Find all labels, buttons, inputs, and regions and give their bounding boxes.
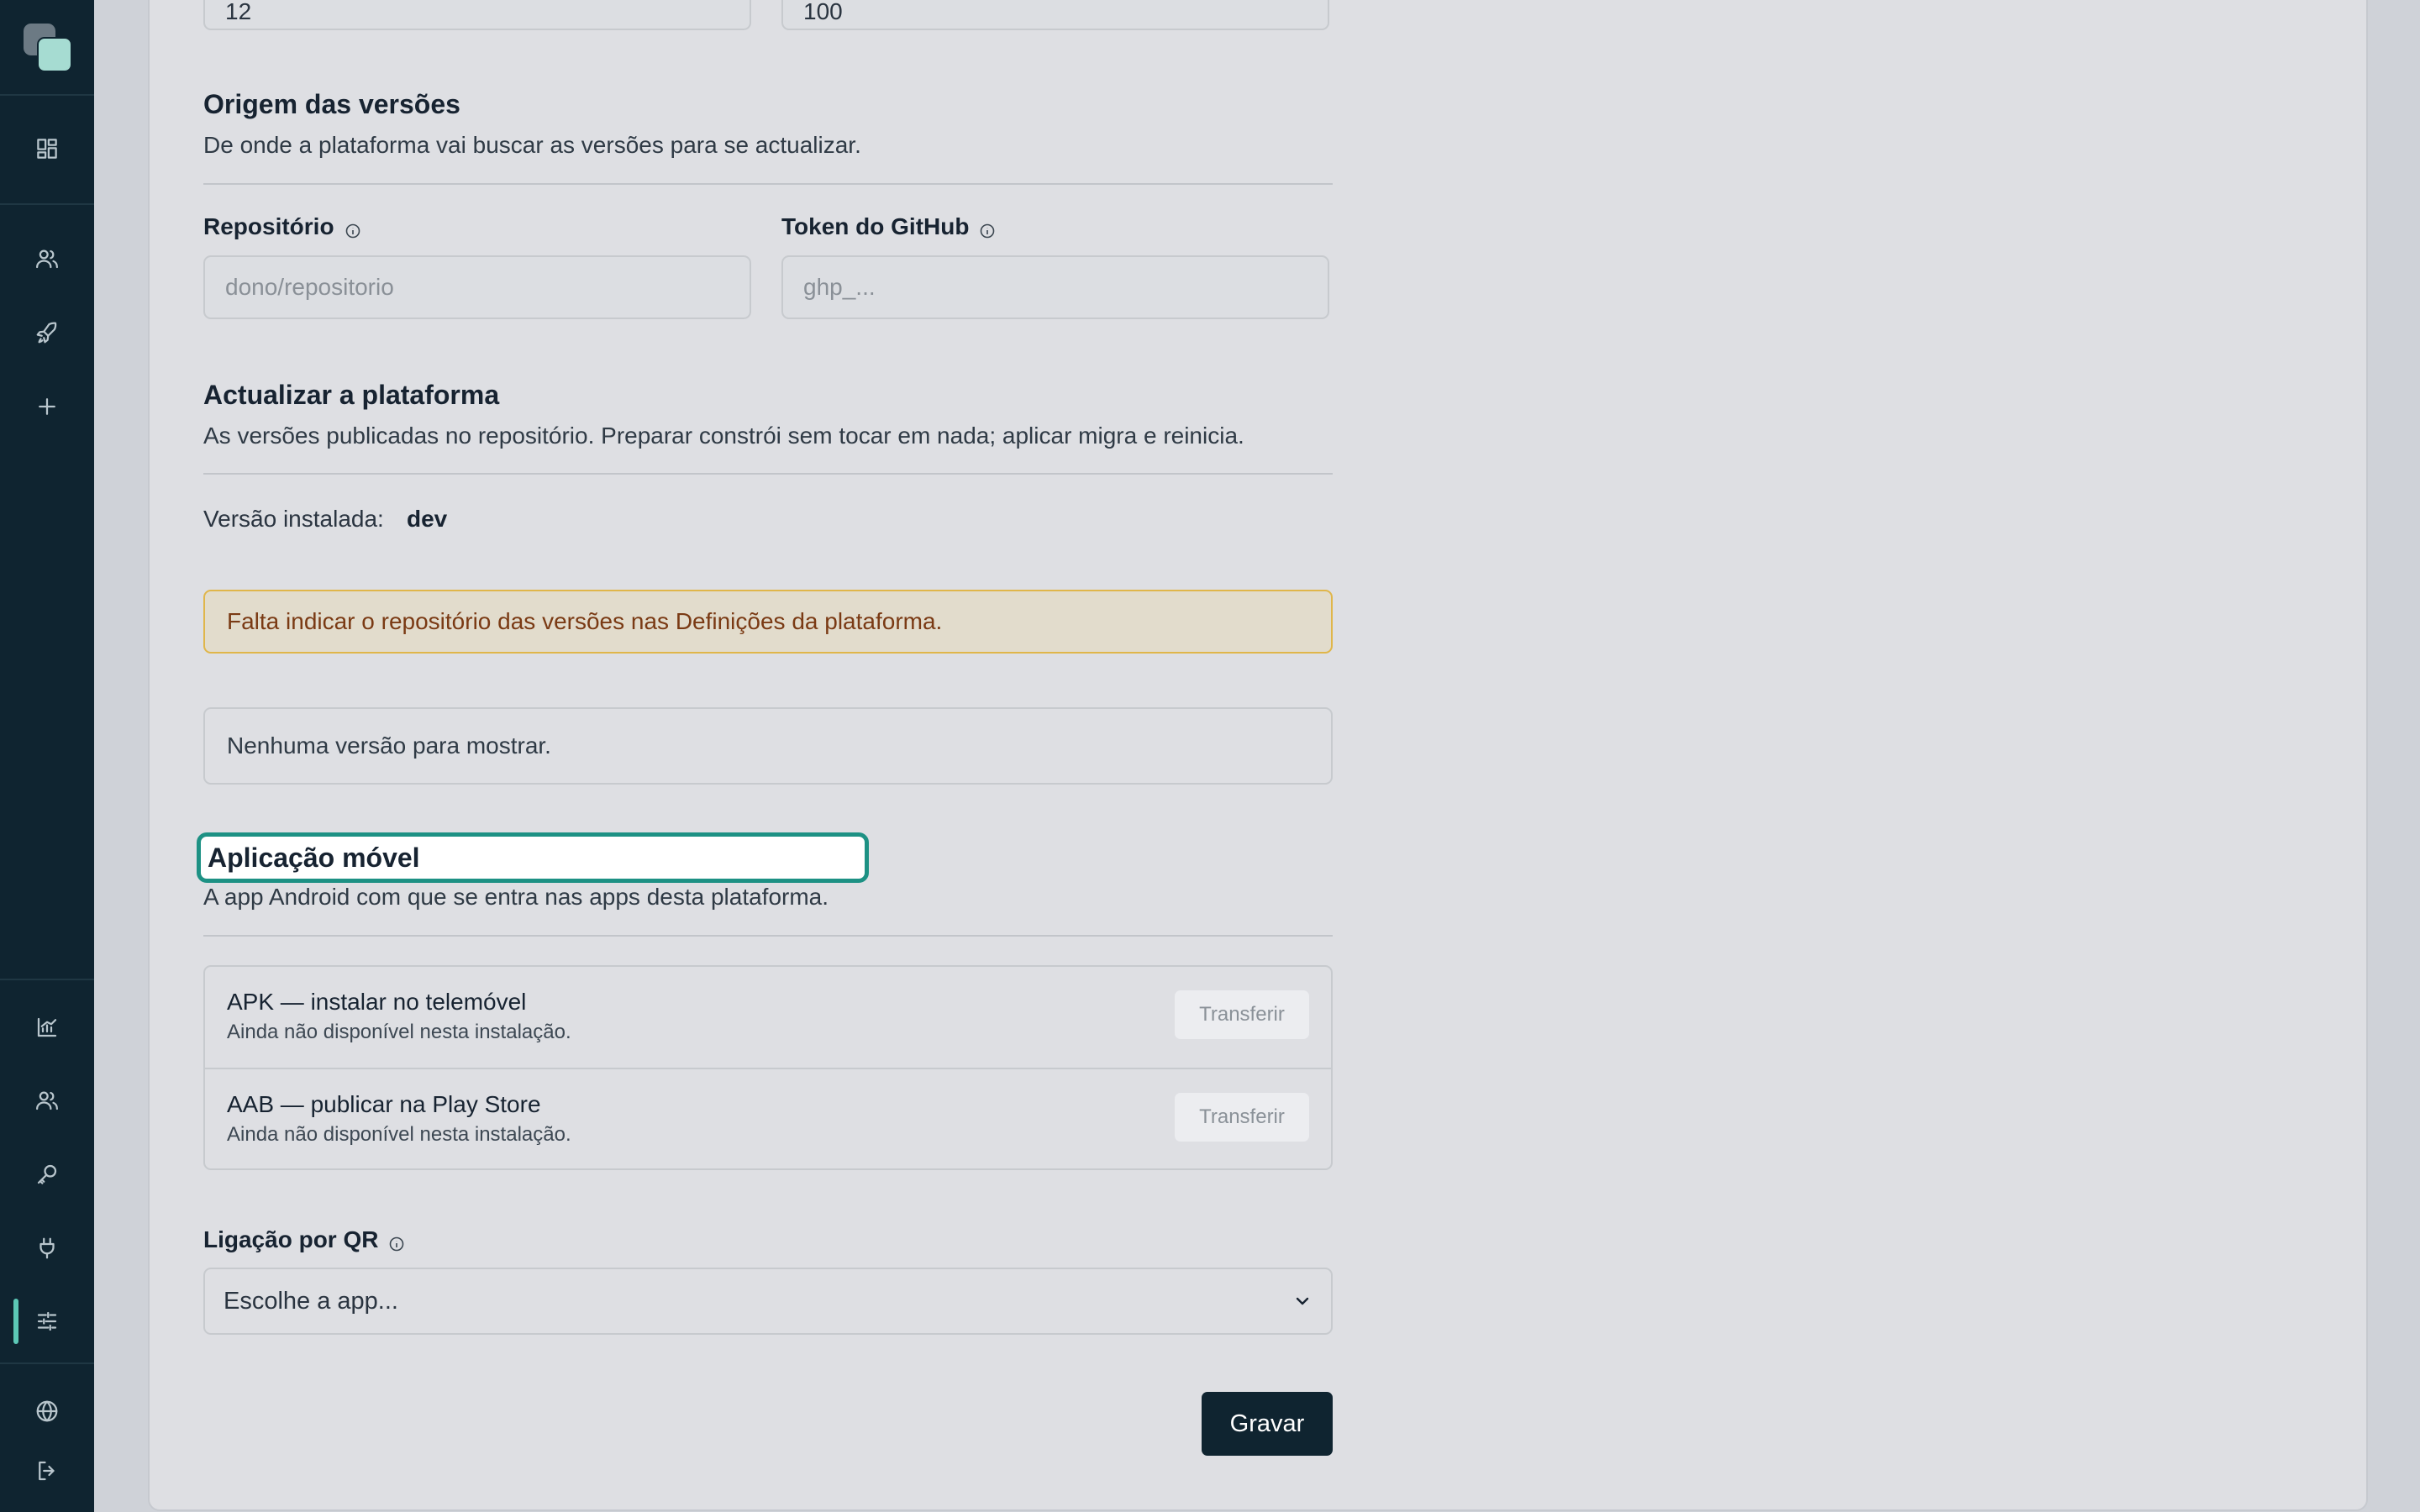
plug-icon[interactable] [24,1225,71,1272]
versions-origin-description: De onde a plataforma vai buscar as versõ… [203,132,861,158]
warning-alert: Falta indicar o repositório das versões … [203,590,1333,654]
installed-version-value: dev [407,506,448,532]
repo-label: Repositório [203,213,361,240]
download-name: AAB — publicar na Play Store [227,1091,541,1117]
mobile-downloads-list: APK — instalar no telemóvel Ainda não di… [203,965,1333,1170]
globe-icon[interactable] [24,1388,71,1435]
download-status: Ainda não disponível nesta instalação. [227,1123,571,1146]
sidebar [0,0,94,1512]
download-aab-button[interactable]: Transferir [1175,1093,1309,1142]
save-button[interactable]: Gravar [1202,1392,1333,1456]
mobile-app-title[interactable]: Aplicação móvel [197,832,869,883]
top-right-input[interactable]: 100 [781,0,1329,30]
token-label: Token do GitHub [781,213,996,240]
versions-empty-state: Nenhuma versão para mostrar. [203,707,1333,785]
sliders-icon[interactable] [24,1298,71,1345]
logo[interactable] [24,24,72,72]
versions-origin-title: Origem das versões [203,89,460,119]
qr-label: Ligação por QR [203,1226,405,1253]
qr-app-select[interactable]: Escolhe a app... [203,1268,1333,1335]
list-item: APK — instalar no telemóvel Ainda não di… [205,967,1331,1068]
active-indicator [13,1299,18,1344]
plus-icon[interactable] [24,383,71,430]
divider [203,183,1333,185]
update-platform-title: Actualizar a plataforma [203,380,500,410]
rocket-icon[interactable] [24,309,71,356]
download-apk-button[interactable]: Transferir [1175,990,1309,1039]
list-item: AAB — publicar na Play Store Ainda não d… [205,1068,1331,1170]
key-icon[interactable] [24,1151,71,1198]
info-icon[interactable] [388,1231,405,1252]
download-status: Ainda não disponível nesta instalação. [227,1021,571,1043]
dashboard-icon[interactable] [24,125,71,172]
info-icon[interactable] [979,218,996,239]
token-input[interactable]: ghp_... [781,255,1329,319]
installed-version-label: Versão instalada: [203,506,384,532]
top-left-input[interactable]: 12 [203,0,751,30]
divider [203,935,1333,937]
mobile-app-description: A app Android com que se entra nas apps … [203,884,829,910]
users-icon[interactable] [24,235,71,282]
divider [203,473,1333,475]
update-platform-description: As versões publicadas no repositório. Pr… [203,423,1244,449]
chevron-down-icon [1296,1297,1309,1305]
chart-icon[interactable] [24,1004,71,1051]
logout-icon[interactable] [24,1447,71,1494]
info-icon[interactable] [345,218,361,239]
team-icon[interactable] [24,1077,71,1124]
repo-input[interactable]: dono/repositorio [203,255,751,319]
download-name: APK — instalar no telemóvel [227,989,527,1015]
